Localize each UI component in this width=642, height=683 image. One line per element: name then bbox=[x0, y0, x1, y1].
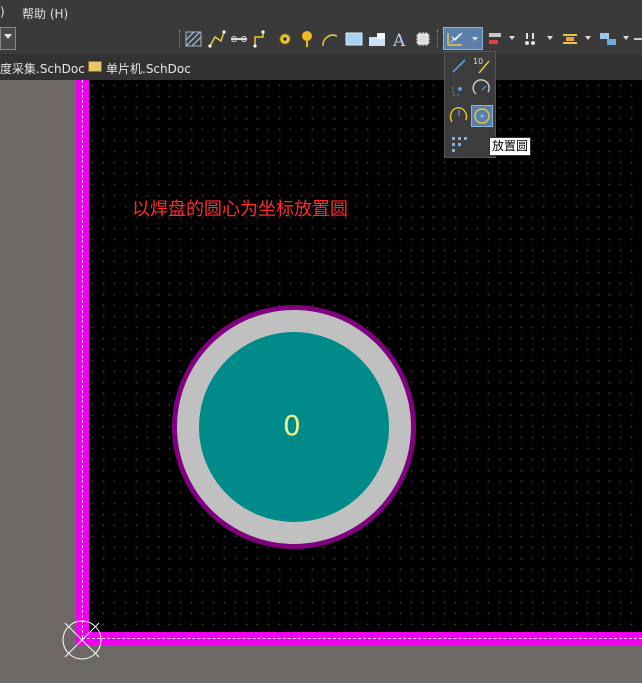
menu-item-truncated[interactable]: ) bbox=[0, 5, 5, 19]
circle-tool-button[interactable] bbox=[471, 105, 493, 127]
align-icon[interactable] bbox=[486, 29, 506, 49]
hatch-icon[interactable] bbox=[184, 29, 204, 49]
component-icon[interactable] bbox=[413, 29, 433, 49]
menu-bar: ) 帮助 (H) bbox=[0, 0, 642, 24]
svg-text:10: 10 bbox=[473, 57, 483, 66]
canvas-annotation-text: 以焊盘的圆心为坐标放置圆 bbox=[132, 199, 348, 220]
directive-icon[interactable] bbox=[560, 29, 580, 49]
harness-icon[interactable] bbox=[521, 29, 541, 49]
point-icon[interactable] bbox=[448, 79, 470, 101]
dimension-icon[interactable]: 10 bbox=[471, 55, 493, 77]
svg-text:A: A bbox=[392, 31, 406, 49]
bus-icon[interactable] bbox=[229, 29, 249, 49]
arc-icon[interactable] bbox=[471, 79, 493, 101]
tab-doc-1[interactable]: 度采集.SchDoc bbox=[0, 60, 85, 77]
chevron-down-icon[interactable] bbox=[509, 36, 515, 40]
wire-icon[interactable] bbox=[207, 29, 227, 49]
chevron-down-icon bbox=[472, 37, 478, 41]
pad-designator: 0 bbox=[283, 409, 301, 442]
sheet-border-dash-bottom bbox=[82, 638, 642, 639]
menu-item-help[interactable]: 帮助 (H) bbox=[22, 5, 68, 22]
line-icon[interactable] bbox=[448, 55, 470, 77]
tooltip: 放置圆 bbox=[489, 137, 532, 156]
net-icon[interactable] bbox=[251, 29, 271, 49]
schdoc-file-icon bbox=[88, 61, 102, 72]
drawing-tools-icon bbox=[447, 32, 463, 46]
chevron-down-icon bbox=[4, 34, 12, 39]
text-icon[interactable]: A bbox=[390, 29, 410, 49]
sheet-entry-icon[interactable] bbox=[367, 29, 387, 49]
more-icon[interactable] bbox=[631, 29, 642, 49]
tab-doc-2[interactable]: 单片机.SchDoc bbox=[106, 60, 191, 77]
sheet-border-dash-left bbox=[82, 80, 83, 638]
array-icon[interactable] bbox=[448, 132, 470, 154]
junction-icon[interactable] bbox=[275, 29, 295, 49]
origin-marker-icon bbox=[62, 620, 102, 660]
chevron-down-icon[interactable] bbox=[623, 36, 629, 40]
port-icon[interactable] bbox=[297, 29, 317, 49]
chevron-down-icon[interactable] bbox=[547, 36, 553, 40]
toolbar-separator bbox=[179, 30, 182, 48]
toolbar-separator bbox=[437, 30, 440, 48]
circle-icon bbox=[474, 108, 490, 124]
elliptical-arc-icon[interactable] bbox=[448, 105, 470, 127]
chevron-down-icon[interactable] bbox=[585, 36, 591, 40]
toolbar-dropdown[interactable] bbox=[0, 27, 16, 50]
arc-icon[interactable] bbox=[320, 29, 340, 49]
sheet-symbol-icon[interactable] bbox=[344, 29, 364, 49]
sheet-icon[interactable] bbox=[598, 29, 618, 49]
drawing-tools-button[interactable] bbox=[443, 27, 483, 50]
